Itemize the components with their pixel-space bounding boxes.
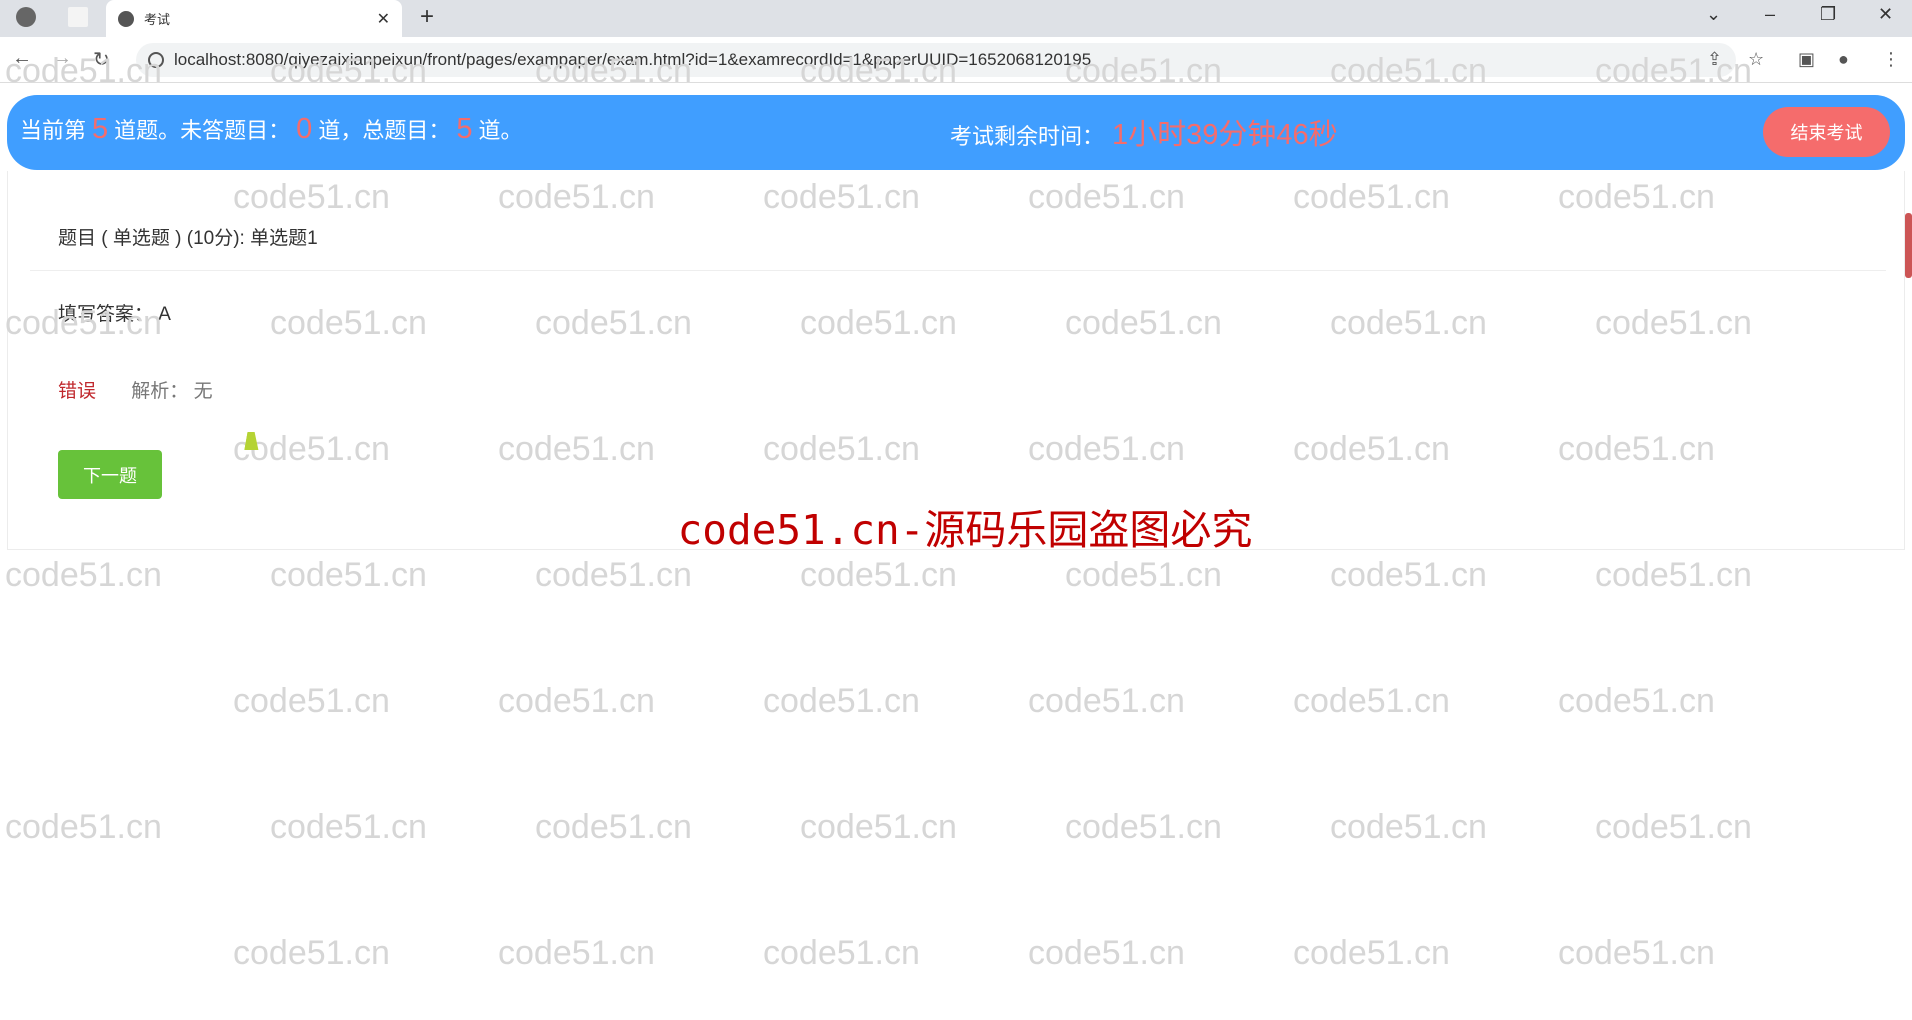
- question-title: 题目 ( 单选题 ) (10分): 单选题1: [58, 228, 318, 249]
- watermark-tile: code51.cn: [1028, 934, 1185, 972]
- watermark-tile: code51.cn: [270, 808, 427, 846]
- progress-summary: 当前第 5 道题。未答题目： 0 道，总题目： 5 道。: [20, 113, 522, 146]
- watermark-tile: code51.cn: [498, 934, 655, 972]
- tab-search-icon[interactable]: ⌄: [1706, 4, 1721, 25]
- close-tab-icon[interactable]: ✕: [377, 9, 390, 29]
- watermark-tile: code51.cn: [1330, 808, 1487, 846]
- globe-icon[interactable]: [16, 7, 36, 27]
- filled-answer: 填写答案： A: [58, 304, 171, 325]
- watermark-tile: code51.cn: [1330, 556, 1487, 594]
- watermark-tile: code51.cn: [233, 934, 390, 972]
- menu-icon[interactable]: ⋮: [1882, 49, 1900, 70]
- watermark-tile: code51.cn: [233, 682, 390, 720]
- progress-suffix: 道。: [478, 118, 523, 143]
- globe-icon: [118, 10, 134, 27]
- total-label: 道，总题目：: [318, 118, 451, 143]
- watermark-tile: code51.cn: [800, 556, 957, 594]
- watermark-tile: code51.cn: [1065, 556, 1222, 594]
- watermark-tile: code51.cn: [5, 556, 162, 594]
- analysis-text: 解析： 无: [131, 381, 213, 402]
- scrollbar[interactable]: [1905, 213, 1912, 278]
- watermark-tile: code51.cn: [1595, 808, 1752, 846]
- watermark-tile: code51.cn: [1595, 556, 1752, 594]
- watermark-tile: code51.cn: [270, 556, 427, 594]
- unanswered-count: 0: [296, 113, 313, 145]
- url-text: localhost:8080/qiyezaixianpeixun/front/p…: [174, 50, 1092, 69]
- total-count: 5: [456, 113, 473, 145]
- close-window-icon[interactable]: ✕: [1878, 4, 1893, 25]
- progress-prefix: 当前第: [20, 118, 87, 143]
- tab-title: 考试: [144, 12, 171, 27]
- exam-status-bar: 当前第 5 道题。未答题目： 0 道，总题目： 5 道。 考试剩余时间： 1小时…: [7, 95, 1905, 170]
- watermark-tile: code51.cn: [1065, 808, 1222, 846]
- result-row: 错误 解析： 无: [58, 376, 213, 403]
- address-toolbar: ← → ↻ localhost:8080/qiyezaixianpeixun/f…: [0, 37, 1912, 83]
- watermark-tile: code51.cn: [535, 556, 692, 594]
- question-card: 题目 ( 单选题 ) (10分): 单选题1 填写答案： A 错误 解析： 无 …: [7, 171, 1905, 550]
- watermark-tile: code51.cn: [1293, 682, 1450, 720]
- watermark-tile: code51.cn: [5, 808, 162, 846]
- browser-tab-bar: 考试 ✕ + ⌄ – ❐ ✕: [0, 0, 1912, 37]
- reload-icon[interactable]: ↻: [93, 47, 110, 72]
- share-icon[interactable]: ⇪: [1707, 49, 1722, 70]
- watermark-tile: code51.cn: [1558, 934, 1715, 972]
- back-icon[interactable]: ←: [12, 47, 32, 70]
- tab-icon[interactable]: [68, 7, 88, 27]
- next-question-button[interactable]: 下一题: [58, 450, 162, 499]
- watermark-banner: code51.cn-源码乐园盗图必究: [677, 506, 1253, 554]
- timer-value: 1小时39分钟46秒: [1112, 119, 1338, 151]
- watermark-tile: code51.cn: [1028, 682, 1185, 720]
- end-exam-button[interactable]: 结束考试: [1763, 107, 1890, 157]
- bookmark-star-icon[interactable]: ☆: [1748, 49, 1764, 70]
- browser-tab[interactable]: 考试 ✕: [106, 0, 402, 37]
- watermark-tile: code51.cn: [1558, 682, 1715, 720]
- result-status: 错误: [58, 381, 97, 402]
- forward-icon[interactable]: →: [52, 47, 72, 70]
- profile-icon[interactable]: ●: [1838, 49, 1849, 70]
- watermark-tile: code51.cn: [1293, 934, 1450, 972]
- info-icon[interactable]: [148, 52, 164, 68]
- watermark-tile: code51.cn: [535, 808, 692, 846]
- current-question-number: 5: [92, 113, 109, 145]
- watermark-tile: code51.cn: [763, 682, 920, 720]
- address-bar[interactable]: localhost:8080/qiyezaixianpeixun/front/p…: [136, 43, 1736, 77]
- minimize-icon[interactable]: –: [1765, 4, 1775, 25]
- exam-timer: 考试剩余时间： 1小时39分钟46秒: [950, 111, 1338, 153]
- divider: [30, 270, 1886, 271]
- side-panel-icon[interactable]: ▣: [1798, 49, 1815, 70]
- watermark-tile: code51.cn: [498, 682, 655, 720]
- timer-label: 考试剩余时间：: [950, 124, 1105, 149]
- new-tab-icon[interactable]: +: [420, 3, 434, 31]
- unanswered-label: 道题。未答题目：: [114, 118, 291, 143]
- watermark-tile: code51.cn: [763, 934, 920, 972]
- maximize-icon[interactable]: ❐: [1820, 4, 1836, 25]
- watermark-tile: code51.cn: [800, 808, 957, 846]
